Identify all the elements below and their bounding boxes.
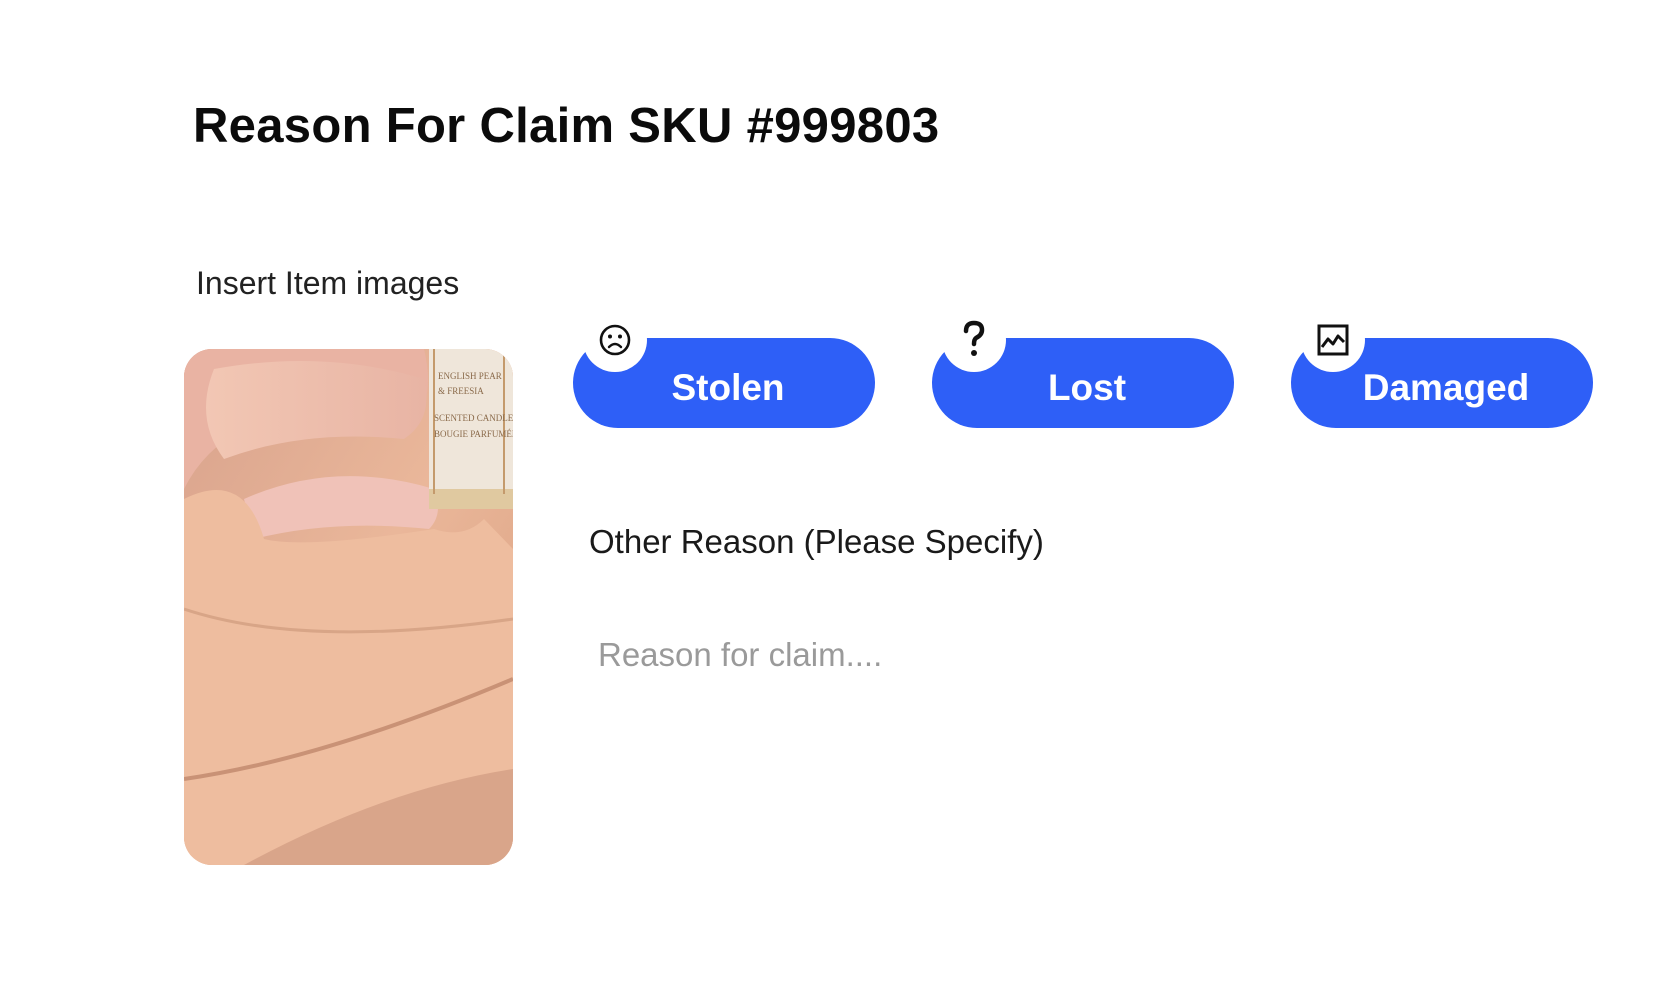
item-image[interactable]: ENGLISH PEAR & FREESIA SCENTED CANDLE BO…: [184, 349, 513, 865]
candle-label-line-4: BOUGIE PARFUMÉE: [434, 429, 513, 439]
damaged-button[interactable]: Damaged: [1291, 308, 1593, 428]
other-reason-label: Other Reason (Please Specify): [589, 523, 1044, 560]
question-mark-icon: [942, 308, 1006, 372]
stolen-button[interactable]: Stolen: [573, 308, 875, 428]
sad-face-icon: [583, 308, 647, 372]
lost-label: Lost: [1047, 367, 1127, 408]
lost-button[interactable]: Lost: [932, 308, 1234, 428]
damaged-label: Damaged: [1362, 367, 1530, 408]
page-title: Reason For Claim SKU #999803: [193, 99, 940, 153]
stolen-label: Stolen: [671, 367, 785, 408]
candle-label-line-3: SCENTED CANDLE: [434, 413, 513, 423]
candle-label-line-1: ENGLISH PEAR: [438, 371, 502, 381]
candle-label-line-2: & FREESIA: [438, 386, 484, 396]
reason-input[interactable]: [590, 625, 1486, 685]
insert-images-label: Insert Item images: [196, 265, 460, 301]
broken-image-icon: [1301, 308, 1365, 372]
